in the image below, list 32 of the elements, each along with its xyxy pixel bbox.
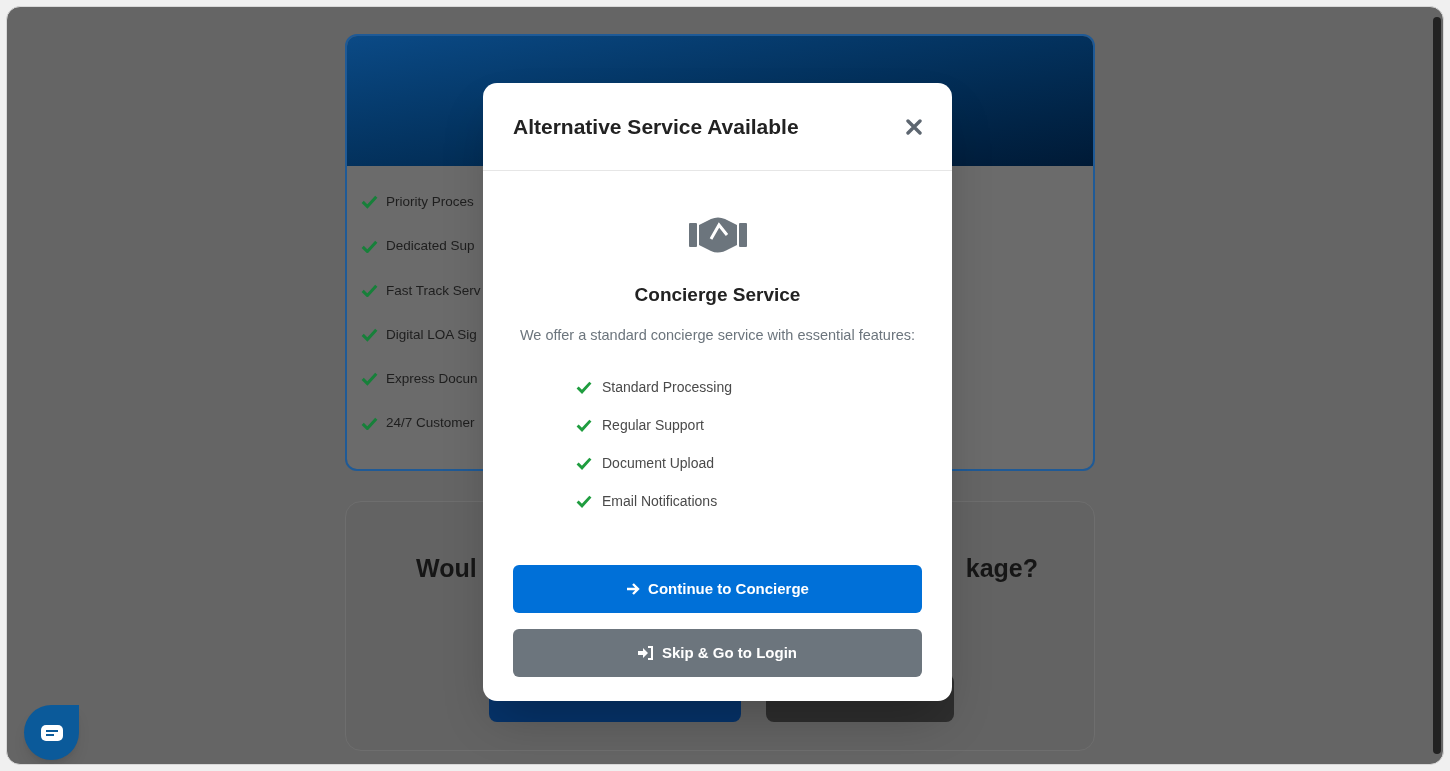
feature-text: Fast Track Serv — [386, 281, 481, 300]
skip-button[interactable]: Skip & Go to Login — [513, 629, 922, 678]
feature-text: Standard Processing — [602, 378, 732, 398]
feature-text: Document Upload — [602, 454, 715, 474]
sign-in-icon — [638, 646, 654, 661]
service-description: We offer a standard concierge service with essential features: — [519, 325, 916, 345]
check-icon — [576, 419, 592, 433]
service-title: Concierge Service — [634, 283, 801, 307]
check-icon — [576, 495, 592, 509]
check-icon — [361, 195, 378, 209]
heading-text: kage? — [965, 553, 1038, 584]
check-icon — [576, 381, 592, 395]
chat-icon — [40, 724, 63, 741]
check-icon — [576, 457, 592, 471]
modal-title: Alternative Service Available — [513, 113, 799, 140]
check-icon — [361, 416, 378, 431]
feature-text: Dedicated Sup — [386, 237, 475, 256]
arrow-icon — [626, 582, 641, 597]
feature-text: 24/7 Customer — [386, 414, 475, 433]
heading-text: Woul — [416, 553, 477, 584]
continue-button[interactable]: Continue to Concierge — [513, 565, 922, 614]
feature-text: Regular Support — [602, 416, 704, 436]
feature-text: Priority Proces — [386, 193, 474, 211]
check-icon — [361, 328, 378, 342]
check-icon — [361, 372, 378, 386]
feature-text: Digital LOA Sig — [386, 325, 477, 344]
feature-text: Express Docun — [386, 370, 478, 388]
check-icon — [361, 239, 378, 254]
feature-text: Email Notifications — [602, 492, 718, 512]
chat-button[interactable] — [24, 705, 79, 760]
close-icon[interactable] — [906, 118, 922, 135]
check-icon — [361, 283, 378, 298]
